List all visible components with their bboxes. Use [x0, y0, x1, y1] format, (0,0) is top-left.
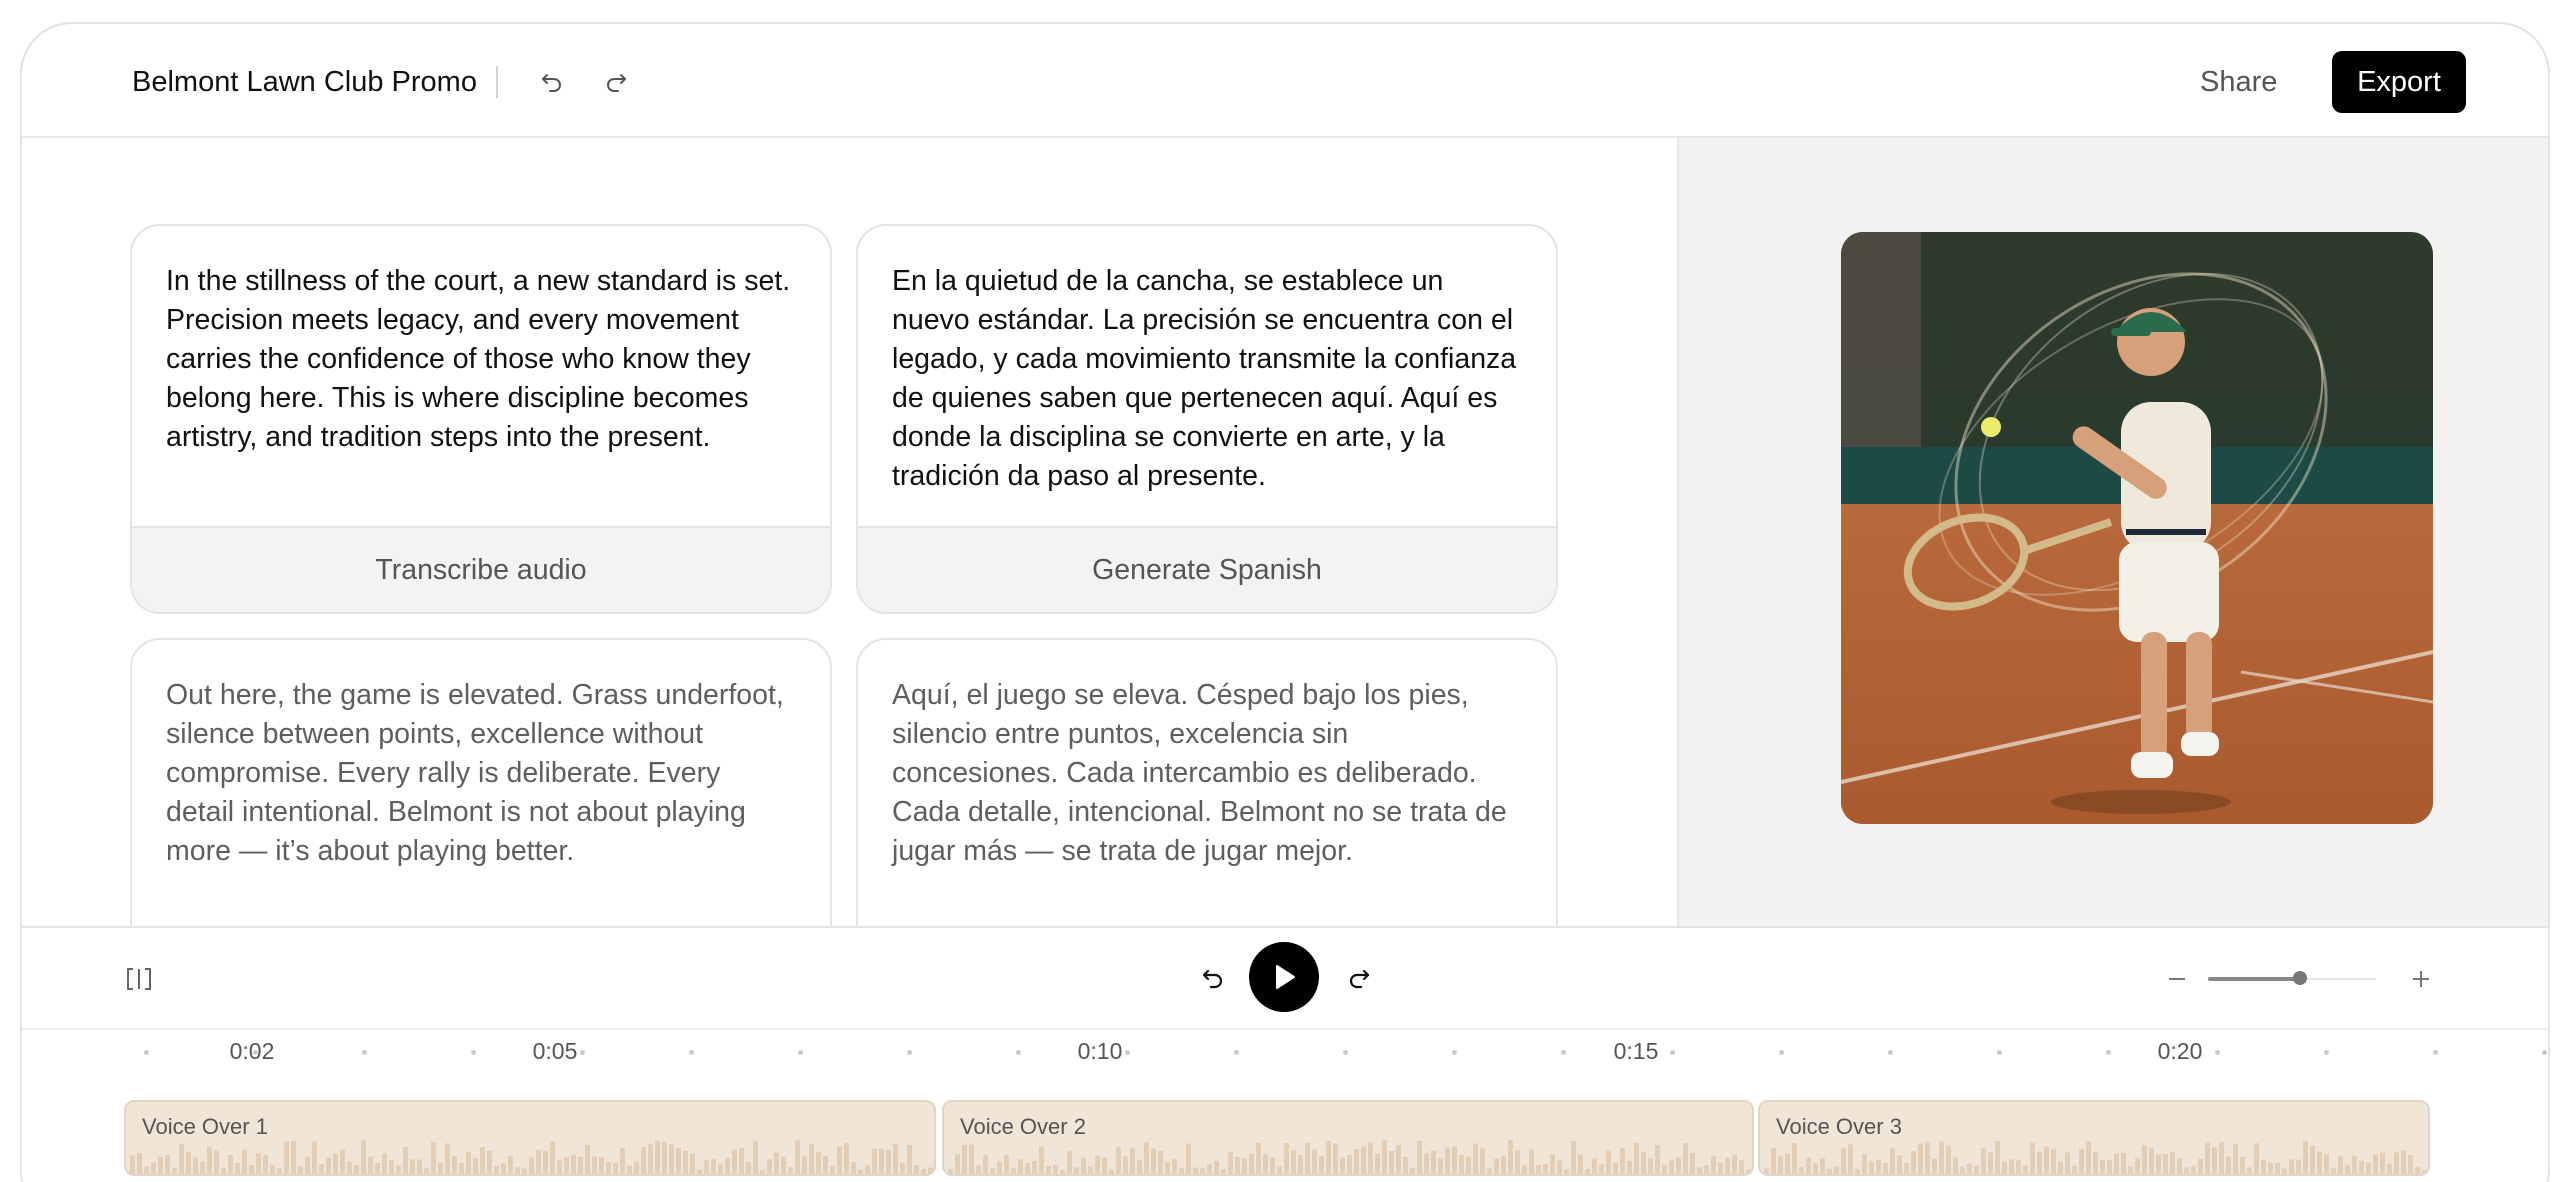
ruler-dot — [689, 1050, 694, 1055]
ruler-dot — [1997, 1050, 2002, 1055]
playback-bar — [22, 926, 2548, 1030]
waveform — [130, 1140, 933, 1174]
ruler-dot — [2542, 1050, 2547, 1055]
tick-label: 0:15 — [1613, 1038, 1659, 1064]
top-bar: Belmont Lawn Club Promo Share Export — [22, 24, 2548, 138]
ruler-dot — [1125, 1050, 1130, 1055]
ruler-dot — [2106, 1050, 2111, 1055]
ruler-dot — [2324, 1050, 2329, 1055]
ruler-dot — [1779, 1050, 1784, 1055]
ruler-dot — [1888, 1050, 1893, 1055]
minus-icon[interactable] — [2160, 962, 2194, 996]
redo-icon[interactable] — [598, 64, 634, 100]
transcribe-audio-button[interactable]: Transcribe audio — [132, 526, 830, 612]
card-text[interactable]: En la quietud de la cancha, se establece… — [858, 226, 1556, 496]
waveform — [1764, 1140, 2427, 1174]
ruler-dot — [471, 1050, 476, 1055]
ruler-dot — [362, 1050, 367, 1055]
ruler-dot — [1452, 1050, 1457, 1055]
ruler-dot — [1016, 1050, 1021, 1055]
tick-label: 0:02 — [229, 1038, 275, 1064]
play-icon — [1276, 965, 1295, 989]
ruler-dot — [1234, 1050, 1239, 1055]
forward-icon[interactable] — [1342, 961, 1376, 995]
ruler-dot — [1670, 1050, 1675, 1055]
share-button[interactable]: Share — [2200, 66, 2277, 99]
ruler-dot — [144, 1050, 149, 1055]
voice-over-clip-3[interactable]: Voice Over 3 — [1758, 1100, 2430, 1176]
tick-label: 0:10 — [1077, 1038, 1123, 1064]
rewind-icon[interactable] — [1196, 961, 1230, 995]
ruler-dot — [2215, 1050, 2220, 1055]
voice-over-clip-1[interactable]: Voice Over 1 — [124, 1100, 936, 1176]
preview-panel — [1677, 138, 2548, 926]
zoom-slider[interactable] — [2208, 971, 2376, 985]
export-button[interactable]: Export — [2332, 51, 2466, 113]
generate-spanish-button[interactable]: Generate Spanish — [858, 526, 1556, 612]
card-text[interactable]: Aquí, el juego se eleva. Césped bajo los… — [858, 640, 1556, 871]
script-card-spanish-1[interactable]: En la quietud de la cancha, se establece… — [856, 224, 1558, 614]
card-text[interactable]: In the stillness of the court, a new sta… — [132, 226, 830, 457]
project-title[interactable]: Belmont Lawn Club Promo — [132, 66, 477, 99]
script-card-english-2[interactable]: Out here, the game is elevated. Grass un… — [130, 638, 832, 926]
zoom-slider-fill — [2208, 977, 2301, 981]
ruler-dot — [253, 1050, 258, 1055]
ruler-dot — [2433, 1050, 2438, 1055]
play-button[interactable] — [1249, 942, 1319, 1012]
voice-over-clip-2[interactable]: Voice Over 2 — [942, 1100, 1754, 1176]
script-card-spanish-2[interactable]: Aquí, el juego se eleva. Césped bajo los… — [856, 638, 1558, 926]
timeline[interactable]: 0:02 0:05 0:10 0:15 0:20 Voice Over 1 Vo… — [22, 1030, 2548, 1182]
tick-label: 0:05 — [532, 1038, 578, 1064]
tick-label: 0:20 — [2157, 1038, 2203, 1064]
ruler-dot — [1343, 1050, 1348, 1055]
ruler-dot — [580, 1050, 585, 1055]
waveform — [948, 1140, 1751, 1174]
ruler-dot — [1561, 1050, 1566, 1055]
script-card-english-1[interactable]: In the stillness of the court, a new sta… — [130, 224, 832, 614]
preview-image — [1841, 232, 2433, 824]
card-text[interactable]: Out here, the game is elevated. Grass un… — [132, 640, 830, 871]
zoom-slider-handle[interactable] — [2293, 971, 2308, 985]
split-panel-icon[interactable] — [122, 962, 156, 996]
undo-icon[interactable] — [534, 64, 570, 100]
ruler-dot — [907, 1050, 912, 1055]
app-window: Belmont Lawn Club Promo Share Export In … — [20, 22, 2550, 1182]
plus-icon[interactable] — [2404, 962, 2438, 996]
script-panel: In the stillness of the court, a new sta… — [22, 138, 1677, 926]
ruler-dot — [798, 1050, 803, 1055]
header-divider — [496, 66, 498, 98]
